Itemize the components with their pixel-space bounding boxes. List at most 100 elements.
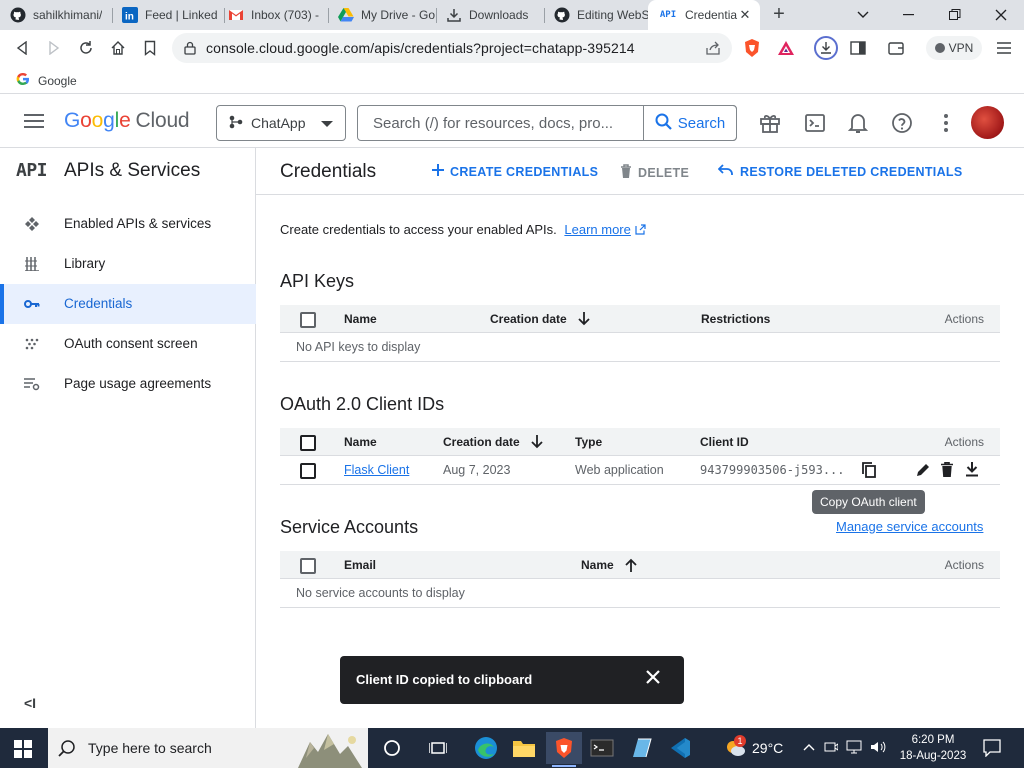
bookmark-google[interactable]: Google [16,72,77,89]
browser-menu-icon[interactable] [994,38,1014,58]
chevron-up-icon[interactable] [802,740,816,757]
project-picker[interactable]: ChatApp [216,105,346,141]
brave-shields-icon[interactable] [742,38,762,58]
column-name[interactable]: Name [344,312,377,326]
browser-tab-strip: sahilkhimani/ in Feed | Linked Inbox (70… [0,0,1024,30]
vpn-button[interactable]: VPN [926,36,982,60]
search-highlight-image-icon [292,732,364,768]
vscode-icon[interactable] [662,732,698,764]
brave-rewards-icon[interactable] [776,38,796,58]
address-bar[interactable]: console.cloud.google.com/apis/credential… [172,33,732,63]
new-tab-icon[interactable]: + [768,4,790,26]
client-name-link[interactable]: Flask Client [344,463,409,477]
column-client-id: Client ID [700,435,749,449]
task-view-icon[interactable] [374,732,410,764]
delete-icon[interactable] [941,462,953,480]
empty-message: No service accounts to display [296,586,465,600]
notifications-icon[interactable] [846,111,870,135]
edge-icon[interactable] [468,732,504,764]
account-avatar[interactable] [971,106,1004,139]
browser-tab-github[interactable]: sahilkhimani/ [0,0,112,30]
delete-button[interactable]: DELETE [620,164,689,181]
minimize-icon[interactable] [886,0,932,30]
sidebar-item-oauth-consent[interactable]: OAuth consent screen [0,324,256,364]
sidebar-toggle-icon[interactable] [848,38,868,58]
site-info-icon[interactable] [183,41,197,58]
table-row: Flask Client Aug 7, 2023 Web application… [280,456,1000,485]
row-checkbox[interactable] [300,463,316,479]
search-input[interactable] [358,106,643,140]
weather-widget[interactable]: 1 29°C [724,735,783,758]
column-type[interactable]: Type [575,435,602,449]
column-email[interactable]: Email [344,558,376,572]
terminal-icon[interactable] [584,732,620,764]
browser-tab-github-editing[interactable]: Editing WebS [544,0,648,30]
camera-icon[interactable] [824,740,839,757]
cloud-shell-icon[interactable] [803,111,827,135]
back-icon[interactable] [12,38,32,58]
sidebar-item-credentials[interactable]: Credentials [0,284,256,324]
windows-start-icon[interactable] [14,740,32,761]
search-button[interactable]: Search [643,105,737,141]
home-icon[interactable] [108,38,128,58]
sidebar-item-enabled-apis[interactable]: Enabled APIs & services [0,204,256,244]
reload-icon[interactable] [76,38,96,58]
intro-text: Create credentials to access your enable… [280,222,646,237]
tab-label: Feed | Linked [145,8,218,22]
browser-tab-gmail[interactable]: Inbox (703) - [218,0,328,30]
column-actions: Actions [944,435,984,449]
downloads-icon[interactable] [814,36,838,60]
create-credentials-button[interactable]: CREATE CREDENTIALS [432,164,598,179]
download-json-icon[interactable] [965,462,979,480]
restore-deleted-credentials-button[interactable]: RESTORE DELETED CREDENTIALS [717,164,962,179]
volume-icon[interactable] [870,740,886,757]
manage-service-accounts-link[interactable]: Manage service accounts [836,519,983,534]
file-explorer-icon[interactable] [506,732,542,764]
google-g-icon [16,72,30,89]
gift-icon[interactable] [758,111,782,135]
project-name: ChatApp [251,115,306,131]
sidebar-item-library[interactable]: Library [0,244,256,284]
collapse-sidebar-icon[interactable]: <I [24,695,36,711]
google-cloud-logo[interactable]: Google Cloud [64,109,190,133]
sidebar-item-label: Credentials [64,296,133,311]
empty-row: No service accounts to display [280,579,1000,608]
column-name[interactable]: Name [581,558,637,575]
browser-toolbar: console.cloud.google.com/apis/credential… [0,30,1024,78]
edit-icon[interactable] [916,462,931,480]
share-icon[interactable] [705,40,721,59]
column-creation-date[interactable]: Creation date [443,435,543,452]
copy-icon[interactable] [862,462,876,481]
learn-more-link[interactable]: Learn more [564,222,630,237]
column-name[interactable]: Name [344,435,377,449]
browser-tab-drive[interactable]: My Drive - Go [328,0,436,30]
more-vert-icon[interactable] [934,111,958,135]
column-creation-date[interactable]: Creation date [490,312,590,329]
notepad-app-icon[interactable] [624,732,660,764]
sidebar-item-page-usage[interactable]: Page usage agreements [0,364,256,404]
close-icon[interactable] [646,670,660,687]
close-tab-icon[interactable]: ✕ [737,7,753,23]
clock[interactable]: 6:20 PM 18-Aug-2023 [896,732,970,764]
select-all-checkbox[interactable] [300,558,316,574]
taskbar-search-box[interactable]: Type here to search [48,728,368,768]
restore-window-icon[interactable] [932,0,978,30]
select-all-checkbox[interactable] [300,312,316,328]
forward-icon[interactable] [44,38,64,58]
multitask-icon[interactable] [420,732,456,764]
close-window-icon[interactable] [978,0,1024,30]
svg-text:in: in [125,12,134,23]
wallet-icon[interactable] [886,38,906,58]
help-icon[interactable] [890,111,914,135]
browser-tab-linkedin[interactable]: in Feed | Linked [112,0,224,30]
main-menu-icon[interactable] [24,114,44,131]
brave-browser-icon[interactable] [546,732,582,767]
empty-message: No API keys to display [296,340,421,354]
bookmark-icon[interactable] [140,38,160,58]
select-all-checkbox[interactable] [300,435,316,451]
network-icon[interactable] [846,740,862,757]
notification-center-icon[interactable] [983,739,1001,760]
tab-search-chevron-icon[interactable] [840,0,886,30]
clock-date: 18-Aug-2023 [899,750,967,762]
browser-tab-downloads[interactable]: Downloads [436,0,544,30]
